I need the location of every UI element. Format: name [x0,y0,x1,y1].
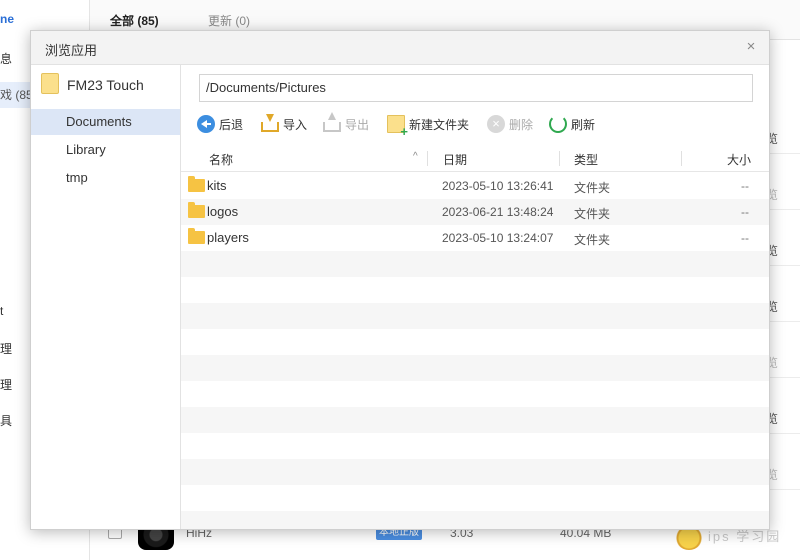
export-button[interactable]: 导出 [323,111,369,137]
file-date: 2023-05-10 13:26:41 [442,179,554,193]
file-list: kits 2023-05-10 13:26:41 文件夹 -- logos 20… [181,173,769,529]
empty-row [181,459,769,485]
file-name: players [207,230,249,245]
empty-row [181,251,769,277]
tree-root[interactable]: FM23 Touch [31,65,180,105]
column-header-type[interactable]: 类型 [574,151,598,168]
sort-ascending-icon: ^ [413,151,418,162]
refresh-icon [549,115,567,133]
empty-row [181,355,769,381]
file-date: 2023-06-21 13:48:24 [442,205,554,219]
toolbar: 后退 导入 导出 新建文件夹 删除 刷新 [197,111,757,138]
column-header-date[interactable]: 日期 [443,151,467,168]
sidebar-item-fragment: 理 [0,378,13,392]
empty-row [181,381,769,407]
row-action-button[interactable]: 览 [766,298,800,318]
tab-updates[interactable]: 更新 (0) [208,12,250,29]
tab-all[interactable]: 全部 (85) [110,12,159,29]
file-browser: /Documents/Pictures 后退 导入 导出 新建文件夹 删除 [181,65,769,529]
row-action-button[interactable]: 览 [766,354,800,374]
sidebar-item-fragment: t [0,304,4,318]
file-size: -- [741,179,749,193]
export-icon [323,112,341,132]
file-row-logos[interactable]: logos 2023-06-21 13:48:24 文件夹 -- [181,199,769,225]
file-row-players[interactable]: players 2023-05-10 13:24:07 文件夹 -- [181,225,769,251]
file-name: kits [207,178,227,193]
folder-tree: FM23 Touch Documents Library tmp [31,65,181,529]
empty-row [181,433,769,459]
file-type: 文件夹 [574,181,611,195]
folder-icon [188,228,205,244]
dialog-title: 浏览应用 [45,43,98,58]
back-button[interactable]: 后退 [197,111,243,137]
sidebar-item-fragment: 息 [0,52,13,66]
refresh-button-label: 刷新 [571,117,596,132]
sidebar-brand-fragment: ne [0,12,15,26]
back-arrow-icon [197,115,215,133]
delete-icon [487,115,505,133]
folder-icon [188,202,205,218]
back-button-label: 后退 [219,117,244,132]
new-folder-button-label: 新建文件夹 [409,117,470,132]
row-action-button[interactable]: 览 [766,410,800,430]
tree-item-library[interactable]: Library [31,137,180,163]
file-type: 文件夹 [574,207,611,221]
app-folder-icon [41,73,59,94]
import-icon [261,114,279,132]
close-icon[interactable]: × [743,39,759,55]
import-button[interactable]: 导入 [261,111,307,137]
dialog-titlebar[interactable]: 浏览应用 × [31,31,769,65]
refresh-button[interactable]: 刷新 [549,111,595,137]
empty-row [181,277,769,303]
tree-root-label: FM23 Touch [67,77,144,93]
empty-row [181,485,769,511]
column-header-name[interactable]: 名称 [209,151,233,168]
sidebar-item-active-label: 戏 (85 [0,88,33,102]
delete-button[interactable]: 删除 [487,111,533,137]
empty-row [181,329,769,355]
new-folder-icon [387,115,408,138]
new-folder-button[interactable]: 新建文件夹 [387,111,470,138]
column-header-size[interactable]: 大小 [727,151,751,168]
empty-row [181,511,769,529]
sidebar-item-fragment: 具 [0,414,13,428]
export-button-label: 导出 [345,117,370,132]
row-action-button[interactable]: 览 [766,242,800,262]
path-input[interactable]: /Documents/Pictures [199,74,753,102]
browse-app-dialog: 浏览应用 × FM23 Touch Documents Library tmp … [30,30,770,530]
file-type: 文件夹 [574,233,611,247]
folder-icon [188,176,205,192]
file-row-kits[interactable]: kits 2023-05-10 13:26:41 文件夹 -- [181,173,769,199]
file-size: -- [741,231,749,245]
empty-row [181,407,769,433]
file-list-header: 名称 ^ 日期 类型 大小 [181,145,769,172]
row-action-button[interactable]: 览 [766,186,800,206]
import-button-label: 导入 [283,117,308,132]
file-size: -- [741,205,749,219]
sidebar-item-fragment: 理 [0,342,13,356]
file-date: 2023-05-10 13:24:07 [442,231,554,245]
row-action-button[interactable]: 览 [766,130,800,150]
row-action-button[interactable]: 览 [766,466,800,486]
tree-item-documents[interactable]: Documents [31,109,180,135]
tree-item-tmp[interactable]: tmp [31,165,180,191]
delete-button-label: 删除 [509,117,534,132]
empty-row [181,303,769,329]
file-name: logos [207,204,239,219]
